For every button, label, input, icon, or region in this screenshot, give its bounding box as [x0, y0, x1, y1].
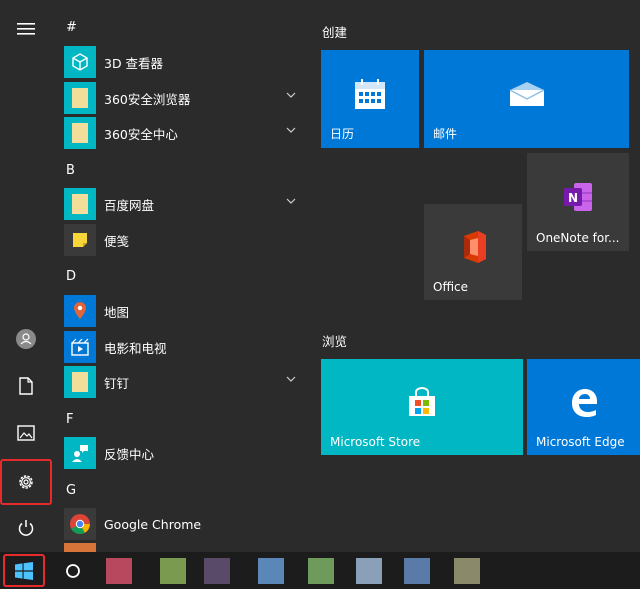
- calendar-icon: [355, 79, 385, 110]
- tile-label: Microsoft Store: [330, 435, 421, 449]
- taskbar: [0, 552, 640, 589]
- tile-calendar[interactable]: 日历: [321, 50, 419, 148]
- app-label: 电影和电视: [104, 340, 167, 356]
- start-menu-rail: [0, 0, 52, 552]
- chrome-icon: [64, 508, 96, 540]
- svg-text:N: N: [568, 191, 578, 205]
- app-label: 360安全浏览器: [104, 91, 191, 107]
- feedback-hub-icon: [64, 437, 96, 469]
- documents-button[interactable]: [0, 363, 52, 409]
- power-button[interactable]: [0, 505, 52, 551]
- chevron-down-icon[interactable]: [286, 92, 296, 98]
- tile-label: Microsoft Edge: [536, 435, 625, 449]
- taskbar-app-blurred[interactable]: [404, 558, 430, 584]
- section-title-create[interactable]: 创建: [322, 22, 347, 41]
- user-account-button[interactable]: [0, 316, 52, 362]
- document-icon: [19, 377, 33, 395]
- app-item-maps[interactable]: 地图: [64, 294, 310, 328]
- app-item-sticky-notes[interactable]: 便笺: [64, 223, 310, 257]
- app-item-feedback-hub[interactable]: 反馈中心: [64, 436, 310, 470]
- app-label: 百度网盘: [104, 197, 155, 213]
- tile-label: 日历: [330, 127, 355, 141]
- start-button[interactable]: [3, 554, 45, 587]
- taskbar-app-blurred[interactable]: [160, 558, 186, 584]
- gear-icon: [19, 475, 33, 489]
- tile-microsoft-edge[interactable]: Microsoft Edge: [527, 359, 640, 455]
- group-header-hash[interactable]: #: [66, 20, 77, 35]
- pictures-button[interactable]: [0, 410, 52, 456]
- tile-area: 创建 日历 邮件 N OneNote for... Office 浏览 Micr…: [310, 0, 640, 552]
- taskbar-app-blurred[interactable]: [454, 558, 480, 584]
- office-icon: [464, 231, 486, 264]
- power-icon: [18, 520, 34, 536]
- onenote-icon: N: [564, 183, 592, 212]
- app-item-partial: [64, 543, 310, 552]
- tile-microsoft-store[interactable]: Microsoft Store: [321, 359, 523, 455]
- folder-icon: [64, 188, 96, 220]
- settings-button[interactable]: [0, 459, 52, 505]
- group-header-b[interactable]: B: [66, 163, 75, 178]
- app-label: Google Chrome: [104, 516, 202, 532]
- app-label: 360安全中心: [104, 126, 178, 142]
- app-item-dingtalk[interactable]: 钉钉: [64, 365, 310, 399]
- folder-icon: [64, 82, 96, 114]
- start-menu: # 3D 查看器 360安全浏览器 360安全中心 B 百度网盘 便笺 D 地图…: [0, 0, 640, 552]
- mail-icon: [509, 82, 544, 107]
- taskbar-app-blurred[interactable]: [106, 558, 132, 584]
- sticky-notes-icon: [64, 224, 96, 256]
- picture-icon: [17, 425, 35, 441]
- taskbar-app-blurred[interactable]: [356, 558, 382, 584]
- tile-mail[interactable]: 邮件: [424, 50, 629, 148]
- app-item-movies-tv[interactable]: 电影和电视: [64, 330, 310, 364]
- chevron-down-icon[interactable]: [286, 376, 296, 382]
- group-header-g[interactable]: G: [66, 483, 76, 498]
- store-icon: [409, 387, 435, 417]
- taskbar-app-blurred[interactable]: [308, 558, 334, 584]
- windows-logo-icon: [15, 561, 33, 580]
- app-label: 钉钉: [104, 375, 130, 391]
- edge-icon: [571, 389, 597, 418]
- group-header-d[interactable]: D: [66, 269, 76, 284]
- folder-icon: [64, 366, 96, 398]
- taskbar-app-blurred[interactable]: [258, 558, 284, 584]
- app-item-baidu-netdisk[interactable]: 百度网盘: [64, 187, 310, 221]
- movies-tv-icon: [64, 331, 96, 363]
- chevron-down-icon[interactable]: [286, 198, 296, 204]
- maps-icon: [64, 295, 96, 327]
- app-item-360-security[interactable]: 360安全中心: [64, 116, 310, 150]
- tile-label: OneNote for...: [536, 231, 620, 245]
- cortana-circle-icon: [66, 563, 80, 578]
- chevron-down-icon[interactable]: [286, 127, 296, 133]
- user-avatar-icon: [16, 329, 36, 349]
- app-item-google-chrome[interactable]: Google Chrome: [64, 507, 310, 541]
- app-label: 便笺: [104, 233, 130, 249]
- tile-onenote[interactable]: N OneNote for...: [527, 153, 629, 251]
- app-list: # 3D 查看器 360安全浏览器 360安全中心 B 百度网盘 便笺 D 地图…: [52, 0, 310, 552]
- search-button[interactable]: [58, 555, 88, 586]
- taskbar-app-blurred[interactable]: [204, 558, 230, 584]
- group-header-f[interactable]: F: [66, 412, 73, 427]
- expand-menu-button[interactable]: [0, 6, 52, 52]
- app-icon-partial: [64, 543, 96, 552]
- folder-icon: [64, 117, 96, 149]
- section-title-browse[interactable]: 浏览: [322, 331, 347, 350]
- app-item-3d-viewer[interactable]: 3D 查看器: [64, 45, 310, 79]
- app-label: 3D 查看器: [104, 55, 164, 71]
- tile-label: 邮件: [433, 127, 458, 141]
- app-label: 反馈中心: [104, 446, 155, 462]
- app-label: 地图: [104, 304, 130, 320]
- tile-office[interactable]: Office: [424, 204, 522, 300]
- app-item-360-browser[interactable]: 360安全浏览器: [64, 81, 310, 115]
- 3d-viewer-icon: [64, 46, 96, 78]
- hamburger-icon: [17, 23, 35, 35]
- tile-label: Office: [433, 280, 469, 294]
